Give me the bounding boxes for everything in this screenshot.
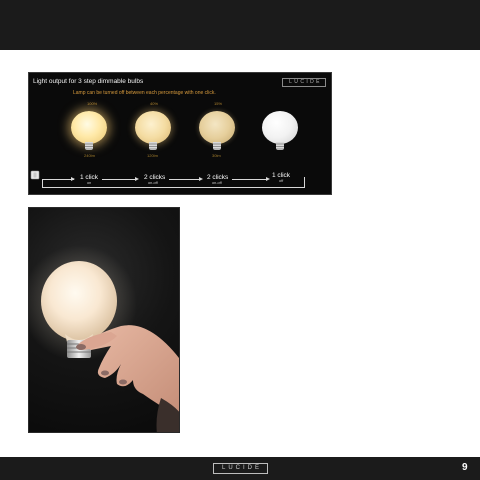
wall-switch-icon — [30, 170, 40, 180]
bulb-base-icon — [85, 142, 93, 150]
step-3-percent: 15% — [214, 101, 223, 106]
bulb-15-percent — [199, 111, 235, 153]
bulb-base-icon — [149, 142, 157, 150]
flow-return-line — [42, 187, 305, 188]
arrow-right-icon — [71, 177, 75, 181]
footer-brand-logo: LUCIDE — [213, 463, 268, 474]
bulb-globe-icon — [262, 111, 298, 144]
bulb-base-icon — [276, 142, 284, 150]
banner-brand-logo: LUCIDE — [282, 78, 326, 87]
flow-return-line — [42, 179, 43, 187]
step-4-action: off — [279, 179, 284, 183]
dimming-info-banner: Light output for 3 step dimmable bulbs L… — [28, 72, 332, 195]
bulb-base-icon — [213, 142, 221, 150]
arrow-right-icon — [199, 177, 203, 181]
step-3-click-label: 2 clicks — [207, 174, 229, 181]
page-number: 9 — [462, 462, 468, 473]
flow-return-line — [304, 177, 305, 187]
flow-line — [42, 179, 74, 180]
step-1-lumen: 240lm — [84, 153, 95, 158]
step-1-percent: 100% — [87, 101, 98, 106]
bulb-100-percent — [71, 111, 107, 153]
step-2-action: on-off — [148, 181, 158, 185]
step-4-click-label: 1 click — [272, 172, 291, 179]
step-1-click-label: 1 click — [80, 174, 99, 181]
bulb-globe-icon — [135, 111, 171, 144]
bulb-globe-icon — [199, 111, 235, 144]
flow-line — [232, 179, 268, 180]
bulb-off — [262, 111, 298, 153]
bulb-globe-icon — [71, 111, 107, 144]
step-2-lumen: 120lm — [147, 153, 158, 158]
banner-subtitle: Lamp can be turned off between each perc… — [73, 90, 216, 96]
flow-line — [102, 179, 137, 180]
bulb-40-percent — [135, 111, 171, 153]
arrow-right-icon — [266, 177, 270, 181]
step-3-action: on-off — [212, 181, 222, 185]
step-2-click-label: 2 clicks — [144, 174, 166, 181]
step-2-percent: 40% — [150, 101, 159, 106]
flow-line — [169, 179, 201, 180]
header-bar — [0, 0, 480, 50]
step-1-action: on — [87, 181, 92, 185]
hand-holding-bulb-illustration — [29, 245, 179, 432]
arrow-right-icon — [135, 177, 139, 181]
step-3-lumen: 30lm — [212, 153, 221, 158]
banner-title: Light output for 3 step dimmable bulbs — [33, 78, 144, 85]
product-photo-hand-holding-bulb — [28, 207, 180, 433]
